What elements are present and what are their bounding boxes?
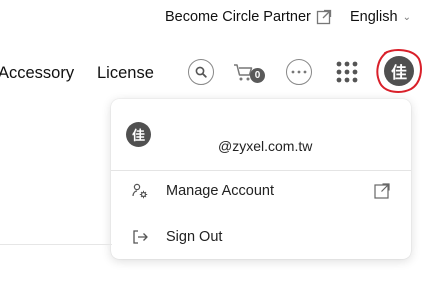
manage-account-menu-item[interactable]: Manage Account — [111, 174, 411, 208]
nav-item-license[interactable]: License — [97, 64, 154, 83]
page-divider — [0, 244, 112, 245]
account-email: @zyxel.com.tw — [218, 138, 313, 154]
highlight-ring-annotation — [376, 49, 422, 93]
sign-out-icon — [131, 228, 149, 246]
sign-out-label: Sign Out — [166, 229, 223, 245]
manage-account-icon — [131, 182, 149, 200]
apps-grid-button[interactable] — [335, 60, 359, 84]
ellipsis-icon — [291, 70, 307, 74]
account-dropdown-menu: 佳 @zyxel.com.tw Manage Account Sign Out — [111, 99, 411, 259]
menu-divider — [111, 170, 411, 171]
main-nav: Accessory License — [0, 62, 433, 86]
external-link-icon — [374, 183, 390, 199]
external-link-icon — [316, 9, 332, 25]
more-options-button[interactable] — [286, 59, 312, 85]
nav-item-accessory[interactable]: Accessory — [0, 64, 74, 83]
manage-account-label: Manage Account — [166, 183, 275, 199]
sign-out-menu-item[interactable]: Sign Out — [111, 220, 411, 254]
grid-icon — [336, 61, 358, 83]
dropdown-avatar: 佳 — [126, 122, 151, 147]
language-label: English — [350, 9, 398, 25]
language-selector[interactable]: English ⌄ — [350, 9, 411, 25]
search-icon — [195, 66, 207, 78]
become-partner-label: Become Circle Partner — [165, 9, 311, 25]
search-button[interactable] — [188, 59, 214, 85]
utility-bar: Become Circle Partner English ⌄ — [0, 8, 433, 30]
chevron-down-icon: ⌄ — [402, 11, 411, 23]
cart-count-badge: 0 — [250, 68, 265, 83]
account-avatar-button[interactable]: 佳 — [375, 47, 423, 95]
cart-button[interactable]: 0 — [233, 60, 265, 86]
become-partner-link[interactable]: Become Circle Partner — [165, 9, 332, 25]
